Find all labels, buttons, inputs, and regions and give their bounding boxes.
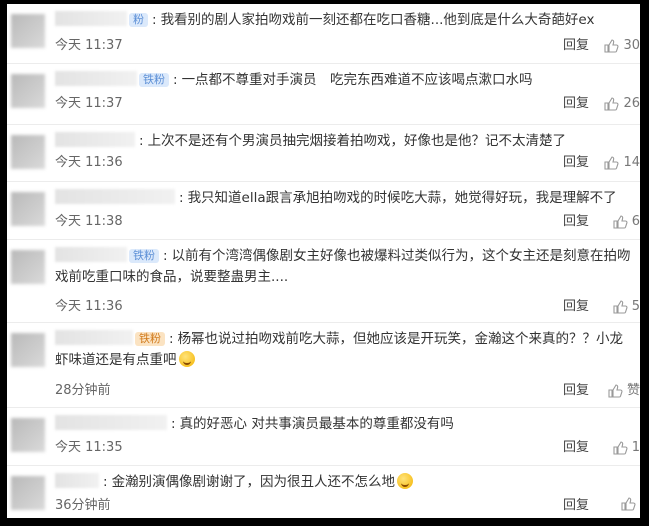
thumbs-up-icon — [613, 441, 628, 455]
avatar[interactable] — [11, 418, 45, 452]
comment-item: : 金瀚别演偶像剧谢谢了，因为很丑人还不怎么地 36分钟前 回复 — [7, 466, 640, 518]
reply-button[interactable]: 回复 — [563, 438, 589, 458]
smile-emoji-icon — [397, 473, 414, 489]
comment-text: 我看别的剧人家拍吻戏前一刻还都在吃口香糖...他到底是什么大奇葩好ex — [160, 12, 595, 28]
like-count: 6 — [631, 214, 640, 229]
like-button[interactable]: 6 — [612, 212, 640, 232]
comment-text: 我只知道ella跟言承旭拍吻戏的时候吃大蒜，她觉得好玩，我是理解不了 — [187, 190, 617, 206]
like-button[interactable]: 26 — [603, 94, 640, 114]
username[interactable] — [55, 415, 167, 430]
reply-button[interactable]: 回复 — [563, 94, 589, 114]
thumbs-up-icon — [608, 384, 623, 398]
fan-badge: 铁粉 — [139, 73, 169, 87]
comment-time: 今天 11:35 — [55, 440, 123, 455]
comment-time: 今天 11:36 — [55, 299, 123, 314]
comment-time: 今天 11:37 — [55, 96, 123, 111]
like-count: 赞 — [626, 383, 640, 398]
comment-item: 铁粉: 一点都不尊重对手演员 吃完东西难道不应该喝点漱口水吗 今天 11:37 回… — [7, 64, 640, 125]
comment-text: 上次不是还有个男演员抽完烟接着拍吻戏，好像也是他？记不太清楚了 — [147, 133, 567, 149]
reply-button[interactable]: 回复 — [563, 496, 589, 516]
comment-item: : 上次不是还有个男演员抽完烟接着拍吻戏，好像也是他？记不太清楚了 今天 11:3… — [7, 125, 640, 182]
thumbs-up-icon — [613, 300, 628, 314]
fan-badge: 铁粉 — [135, 332, 165, 346]
username[interactable] — [55, 330, 133, 345]
avatar[interactable] — [11, 192, 45, 226]
reply-button[interactable]: 回复 — [563, 212, 589, 232]
like-count: 14 — [623, 155, 640, 170]
like-count: 1 — [631, 440, 640, 455]
like-count: 30 — [623, 38, 640, 53]
like-button[interactable]: 赞 — [607, 381, 640, 401]
like-button[interactable]: 5 — [612, 297, 640, 317]
thumbs-up-icon — [604, 156, 619, 170]
like-button[interactable] — [620, 496, 640, 512]
username[interactable] — [55, 473, 99, 488]
comment-text: 金瀚别演偶像剧谢谢了，因为很丑人还不怎么地 — [111, 474, 396, 490]
username[interactable] — [55, 189, 175, 204]
avatar[interactable] — [11, 250, 45, 284]
avatar[interactable] — [11, 476, 45, 510]
like-button[interactable]: 30 — [603, 36, 640, 56]
like-button[interactable]: 14 — [603, 153, 640, 173]
laughing-emoji-icon — [178, 351, 195, 367]
username[interactable] — [55, 247, 127, 262]
comment-time: 今天 11:36 — [55, 155, 123, 170]
reply-button[interactable]: 回复 — [563, 36, 589, 56]
thumbs-up-icon — [604, 97, 619, 111]
username[interactable] — [55, 11, 127, 26]
avatar[interactable] — [11, 74, 45, 108]
comment-time: 36分钟前 — [55, 498, 111, 513]
comment-text: 一点都不尊重对手演员 吃完东西难道不应该喝点漱口水吗 — [181, 72, 533, 88]
comment-item: 铁粉: 以前有个湾湾偶像剧女主好像也被爆料过类似行为，这个女主还是刻意在拍吻戏前吃… — [7, 240, 640, 323]
comment-time: 今天 11:38 — [55, 214, 123, 229]
username[interactable] — [55, 71, 137, 86]
comment-time: 今天 11:37 — [55, 38, 123, 53]
avatar[interactable] — [11, 14, 45, 48]
like-count: 5 — [631, 299, 640, 314]
avatar[interactable] — [11, 333, 45, 367]
thumbs-up-icon — [613, 215, 628, 229]
reply-button[interactable]: 回复 — [563, 153, 589, 173]
comment-item: 铁粉: 杨幂也说过拍吻戏前吃大蒜，但她应该是开玩笑，金瀚这个来真的？？小龙虾味道还… — [7, 323, 640, 408]
comment-text: 真的好恶心 对共事演员最基本的尊重都没有吗 — [179, 416, 454, 432]
thumbs-up-icon — [621, 497, 636, 511]
thumbs-up-icon — [604, 39, 619, 53]
fan-badge: 粉 — [129, 13, 148, 27]
comment-item: : 真的好恶心 对共事演员最基本的尊重都没有吗 今天 11:35 回复 1 — [7, 408, 640, 466]
reply-button[interactable]: 回复 — [563, 381, 589, 401]
like-count: 26 — [623, 96, 640, 111]
comment-item: 粉: 我看别的剧人家拍吻戏前一刻还都在吃口香糖...他到底是什么大奇葩好ex 今天… — [7, 4, 640, 64]
avatar[interactable] — [11, 135, 45, 169]
comment-item: : 我只知道ella跟言承旭拍吻戏的时候吃大蒜，她觉得好玩，我是理解不了 今天 1… — [7, 182, 640, 240]
like-button[interactable]: 1 — [612, 438, 640, 458]
comment-list: 粉: 我看别的剧人家拍吻戏前一刻还都在吃口香糖...他到底是什么大奇葩好ex 今天… — [7, 4, 640, 518]
username[interactable] — [55, 132, 135, 147]
reply-button[interactable]: 回复 — [563, 297, 589, 317]
comment-time: 28分钟前 — [55, 383, 111, 398]
fan-badge: 铁粉 — [129, 249, 159, 263]
